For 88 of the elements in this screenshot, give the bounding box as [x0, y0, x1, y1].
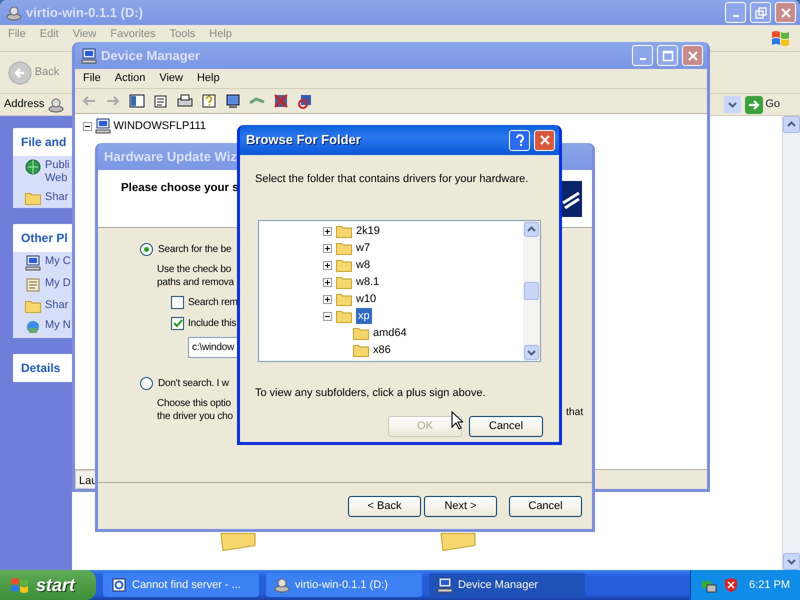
disable-device-icon[interactable]	[297, 93, 313, 109]
wizard-button[interactable]: < Back	[348, 496, 421, 516]
hint-text: To view any subfolders, click a plus sign above.	[254, 386, 487, 400]
folder-item[interactable]: w8	[356, 256, 370, 274]
task-link[interactable]: My D	[45, 277, 72, 290]
arrow-right-icon	[744, 96, 763, 114]
menu-item[interactable]: File	[83, 72, 101, 85]
folder-item[interactable]: 2k19	[356, 222, 380, 240]
close-button[interactable]	[682, 45, 703, 66]
computer-icon	[94, 118, 111, 134]
path-field[interactable]: c:\window	[188, 337, 238, 358]
folder-item[interactable]: w10	[356, 290, 376, 308]
close-icon[interactable]	[686, 50, 698, 62]
checkbox-option[interactable]: Include this	[171, 316, 236, 331]
globe-icon	[25, 159, 41, 175]
panel-title[interactable]: File and	[13, 128, 72, 156]
scroll-down-icon[interactable]	[783, 553, 800, 570]
close-icon[interactable]	[780, 6, 792, 18]
checkmark-icon	[172, 318, 183, 329]
taskbar-button[interactable]: Device Manager	[429, 573, 585, 597]
computer-icon	[437, 577, 453, 593]
task-link[interactable]: Shar	[45, 299, 72, 312]
scrollbar[interactable]	[782, 116, 800, 570]
option-description: Choose this optio the driver you cho	[157, 397, 233, 423]
monitor-icon[interactable]	[225, 93, 241, 109]
help-button[interactable]	[509, 130, 530, 150]
windows-logo-icon	[10, 576, 30, 594]
window-title: Hardware Update Wiz	[104, 148, 238, 166]
task-link[interactable]: Shar	[45, 191, 72, 204]
expand-toggle[interactable]	[323, 294, 332, 304]
scroll-thumb[interactable]	[524, 282, 539, 300]
description-text: that	[566, 406, 584, 420]
close-icon[interactable]	[538, 134, 550, 146]
mouse-pointer-icon	[451, 411, 463, 430]
expand-toggle[interactable]	[323, 226, 332, 236]
folder-item[interactable]: w8.1	[356, 274, 380, 290]
scrollbar[interactable]	[523, 220, 540, 360]
wizard-button[interactable]: Cancel	[509, 496, 582, 516]
expand-toggle[interactable]	[323, 260, 332, 270]
remove-device-icon[interactable]	[273, 93, 289, 109]
menu-item[interactable]: View	[159, 72, 183, 85]
dialog-button[interactable]: Cancel	[469, 416, 543, 437]
instruction-text: Select the folder that contains drivers for your hardware.	[254, 172, 530, 187]
menu-item[interactable]: Help	[196, 72, 220, 85]
collapse-toggle[interactable]	[83, 122, 92, 131]
computer-icon	[81, 48, 97, 64]
help-icon[interactable]	[201, 93, 217, 109]
windows-logo-icon	[770, 28, 792, 48]
folder-item[interactable]: x86	[373, 342, 391, 358]
taskbar-button[interactable]: virtio-win-0.1.1 (D:)	[266, 573, 422, 597]
scroll-up-icon[interactable]	[524, 222, 539, 236]
collapse-toggle[interactable]	[323, 312, 332, 320]
tree-node[interactable]: WINDOWSFLP111	[114, 118, 206, 134]
close-button[interactable]	[775, 2, 796, 23]
address-label: Address	[4, 97, 44, 112]
window-title: Browse For Folder	[246, 131, 362, 150]
expand-toggle[interactable]	[323, 278, 332, 286]
computer-icon	[25, 255, 41, 271]
window-title: virtio-win-0.1.1 (D:)	[26, 4, 144, 22]
browser-page-icon	[111, 577, 127, 593]
document-icon	[25, 277, 41, 293]
panel-title[interactable]: Details	[13, 354, 72, 382]
shield-icon[interactable]	[723, 577, 739, 593]
clock: 6:21 PM	[749, 578, 790, 593]
panel-icon[interactable]	[129, 93, 145, 109]
option-description: Use the check bo paths and remova	[157, 263, 234, 289]
task-link[interactable]: My C	[45, 255, 72, 268]
folder-item[interactable]: w7	[356, 240, 370, 256]
task-link[interactable]: Publi Web	[45, 159, 72, 185]
scroll-up-icon[interactable]	[783, 116, 800, 133]
wizard-button[interactable]: Next >	[424, 496, 497, 516]
window-title: Device Manager	[101, 46, 201, 65]
expand-toggle[interactable]	[323, 244, 332, 252]
printer-icon[interactable]	[177, 93, 193, 109]
scroll-down-icon[interactable]	[524, 344, 539, 360]
close-button[interactable]	[534, 130, 555, 150]
taskbar-button[interactable]: Cannot find server - ...	[103, 573, 259, 597]
task-link[interactable]: My N	[45, 319, 72, 332]
menu-item[interactable]: Action	[114, 72, 146, 85]
properties-icon[interactable]	[153, 93, 169, 109]
panel-title[interactable]: Other Pl	[13, 224, 72, 252]
go-button[interactable]: Go	[744, 96, 780, 114]
checkbox-option[interactable]: Search rem	[171, 295, 238, 310]
folder-item[interactable]: amd64	[373, 324, 407, 342]
folder-item[interactable]: xp	[356, 308, 372, 324]
question-mark-icon[interactable]	[514, 134, 526, 146]
radio-option[interactable]: Search for the be	[140, 242, 232, 257]
radio-option[interactable]: Don't search. I w	[140, 376, 229, 391]
